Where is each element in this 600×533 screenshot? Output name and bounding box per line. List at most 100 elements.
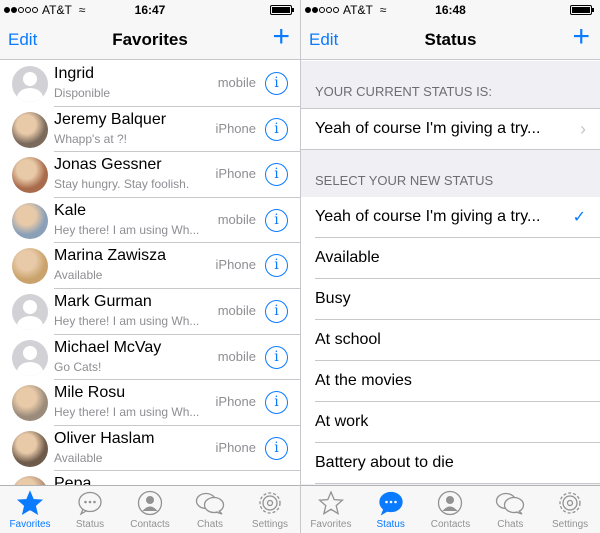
tab-chats[interactable]: Chats [480, 486, 540, 533]
avatar [12, 66, 48, 102]
status-option[interactable]: At the movies [301, 361, 600, 402]
current-status-header: YOUR CURRENT STATUS IS: [315, 84, 492, 99]
tab-label: Chats [196, 519, 224, 530]
add-button[interactable]: + [272, 22, 290, 52]
phone-type: mobile [217, 211, 256, 227]
status-option-label: At school [315, 331, 381, 348]
tab-label: Chats [497, 519, 524, 530]
add-button[interactable]: + [572, 22, 590, 52]
phone-type: iPhone [215, 166, 256, 182]
status-options-list: Yeah of course I'm giving a try... ✓ Avail… [301, 197, 600, 484]
star-icon [0, 490, 60, 516]
tab-status[interactable]: Status [60, 486, 120, 533]
status-option-label: Battery about to die [315, 454, 454, 471]
avatar [12, 385, 48, 422]
contact-row[interactable]: Jeremy Balquer Whapp's at ?! iPhone i [0, 107, 300, 153]
status-body: YOUR CURRENT STATUS IS: Yeah of course I… [301, 61, 600, 485]
contact-name: Marina Zawisza [54, 247, 167, 265]
select-status-header: SELECT YOUR NEW STATUS [315, 173, 494, 188]
tab-label: Contacts [130, 519, 170, 530]
avatar [12, 111, 48, 148]
tab-status[interactable]: Status [361, 486, 421, 533]
phone-type: iPhone [215, 394, 256, 410]
info-icon[interactable]: i [265, 72, 288, 95]
favorites-list: Ingrid Disponible mobile i Jeremy Balquer Wha… [0, 61, 300, 485]
status-option[interactable]: Busy [301, 279, 600, 320]
contact-name: Ingrid [54, 65, 95, 82]
contact-row[interactable]: Michael McVay Go Cats! mobile i [0, 335, 300, 381]
contact-row[interactable]: Jonas Gessner Stay hungry. Stay foolish. i… [0, 152, 300, 198]
status-option[interactable]: Battery about to die [301, 443, 600, 484]
tab-contacts[interactable]: Contacts [421, 486, 481, 533]
contact-name: Mile Rosu [54, 384, 126, 402]
tab-contacts[interactable]: Contacts [120, 486, 180, 533]
info-icon[interactable]: i [265, 254, 288, 278]
avatar [12, 157, 48, 194]
avatar [12, 293, 48, 330]
phone-type: iPhone [215, 257, 256, 273]
tab-settings[interactable]: Settings [240, 486, 300, 533]
status-screen: AT&T ≈ 16:48 Edit Status + YOUR CURRENT … [300, 0, 600, 533]
tab-favorites[interactable]: Favorites [301, 486, 361, 533]
contact-row[interactable]: Marina Zawisza Available iPhone i [0, 243, 300, 289]
contact-row[interactable]: Mark Gurman Hey there! I am using Wh... mo… [0, 289, 300, 335]
status-bar: AT&T ≈ 16:48 [301, 0, 600, 20]
status-option-label: Available [315, 249, 380, 266]
gear-icon [540, 490, 600, 516]
status-option[interactable]: Yeah of course I'm giving a try... ✓ [301, 197, 600, 238]
contact-status: Whapp's at ?! [54, 131, 127, 146]
current-status-cell[interactable]: Yeah of course I'm giving a try... › [301, 108, 600, 150]
info-icon[interactable]: i [265, 436, 288, 460]
info-icon[interactable]: i [265, 345, 288, 369]
tab-bar: Favorites Status Contacts Chats Settings [0, 485, 300, 533]
tab-favorites[interactable]: Favorites [0, 486, 60, 533]
speech-bubble-icon [361, 490, 421, 516]
person-icon [421, 490, 481, 516]
phone-type: iPhone [215, 120, 256, 136]
tab-settings[interactable]: Settings [540, 486, 600, 533]
info-icon[interactable]: i [265, 163, 288, 187]
contact-name: Jonas Gessner [54, 156, 162, 174]
contact-row[interactable]: Mile Rosu Hey there! I am using Wh... iPho… [0, 380, 300, 426]
status-option-label: At the movies [315, 372, 412, 389]
avatar [12, 430, 48, 467]
contact-row[interactable]: Kale Hey there! I am using Wh... mobile i [0, 198, 300, 244]
contact-name: Michael McVay [54, 338, 162, 356]
tab-bar: Favorites Status Contacts Chats Settings [301, 485, 600, 533]
star-icon [301, 490, 361, 516]
contact-status: Stay hungry. Stay foolish. [54, 177, 190, 192]
tab-label: Settings [251, 519, 289, 530]
info-icon[interactable]: i [265, 299, 288, 323]
current-status-text: Yeah of course I'm giving a try... [315, 120, 541, 137]
status-option[interactable]: Available [301, 238, 600, 279]
status-option[interactable]: At school [301, 320, 600, 361]
info-icon[interactable]: i [265, 391, 288, 415]
contact-status: Disponible [54, 86, 111, 100]
contact-name: Mark Gurman [54, 292, 152, 310]
status-bar: AT&T ≈ 16:47 [0, 0, 300, 20]
avatar [12, 476, 48, 485]
tab-label: Status [75, 519, 105, 530]
avatar [12, 339, 48, 376]
info-icon[interactable]: i [265, 117, 288, 141]
tab-label: Settings [552, 519, 589, 530]
chats-icon [480, 490, 540, 516]
checkmark-icon: ✓ [572, 209, 586, 226]
contact-status: Hey there! I am using Wh... [54, 313, 200, 328]
clock: 16:48 [435, 3, 466, 17]
phone-type: mobile [217, 75, 256, 90]
info-icon[interactable]: i [265, 208, 288, 232]
status-option[interactable]: At work [301, 402, 600, 443]
chats-icon [180, 490, 240, 516]
contact-row[interactable]: Ingrid Disponible mobile i [0, 61, 300, 107]
tab-chats[interactable]: Chats [180, 486, 240, 533]
contact-row[interactable]: Pepa [0, 471, 300, 485]
contact-row[interactable]: Oliver Haslam Available iPhone i [0, 426, 300, 472]
page-title: Status [424, 30, 477, 49]
avatar [12, 248, 48, 285]
nav-bar: Edit Favorites + [0, 20, 300, 60]
chevron-right-icon: › [580, 119, 586, 139]
battery-icon [570, 5, 594, 15]
avatar [12, 202, 48, 239]
tab-label: Status [376, 519, 405, 530]
